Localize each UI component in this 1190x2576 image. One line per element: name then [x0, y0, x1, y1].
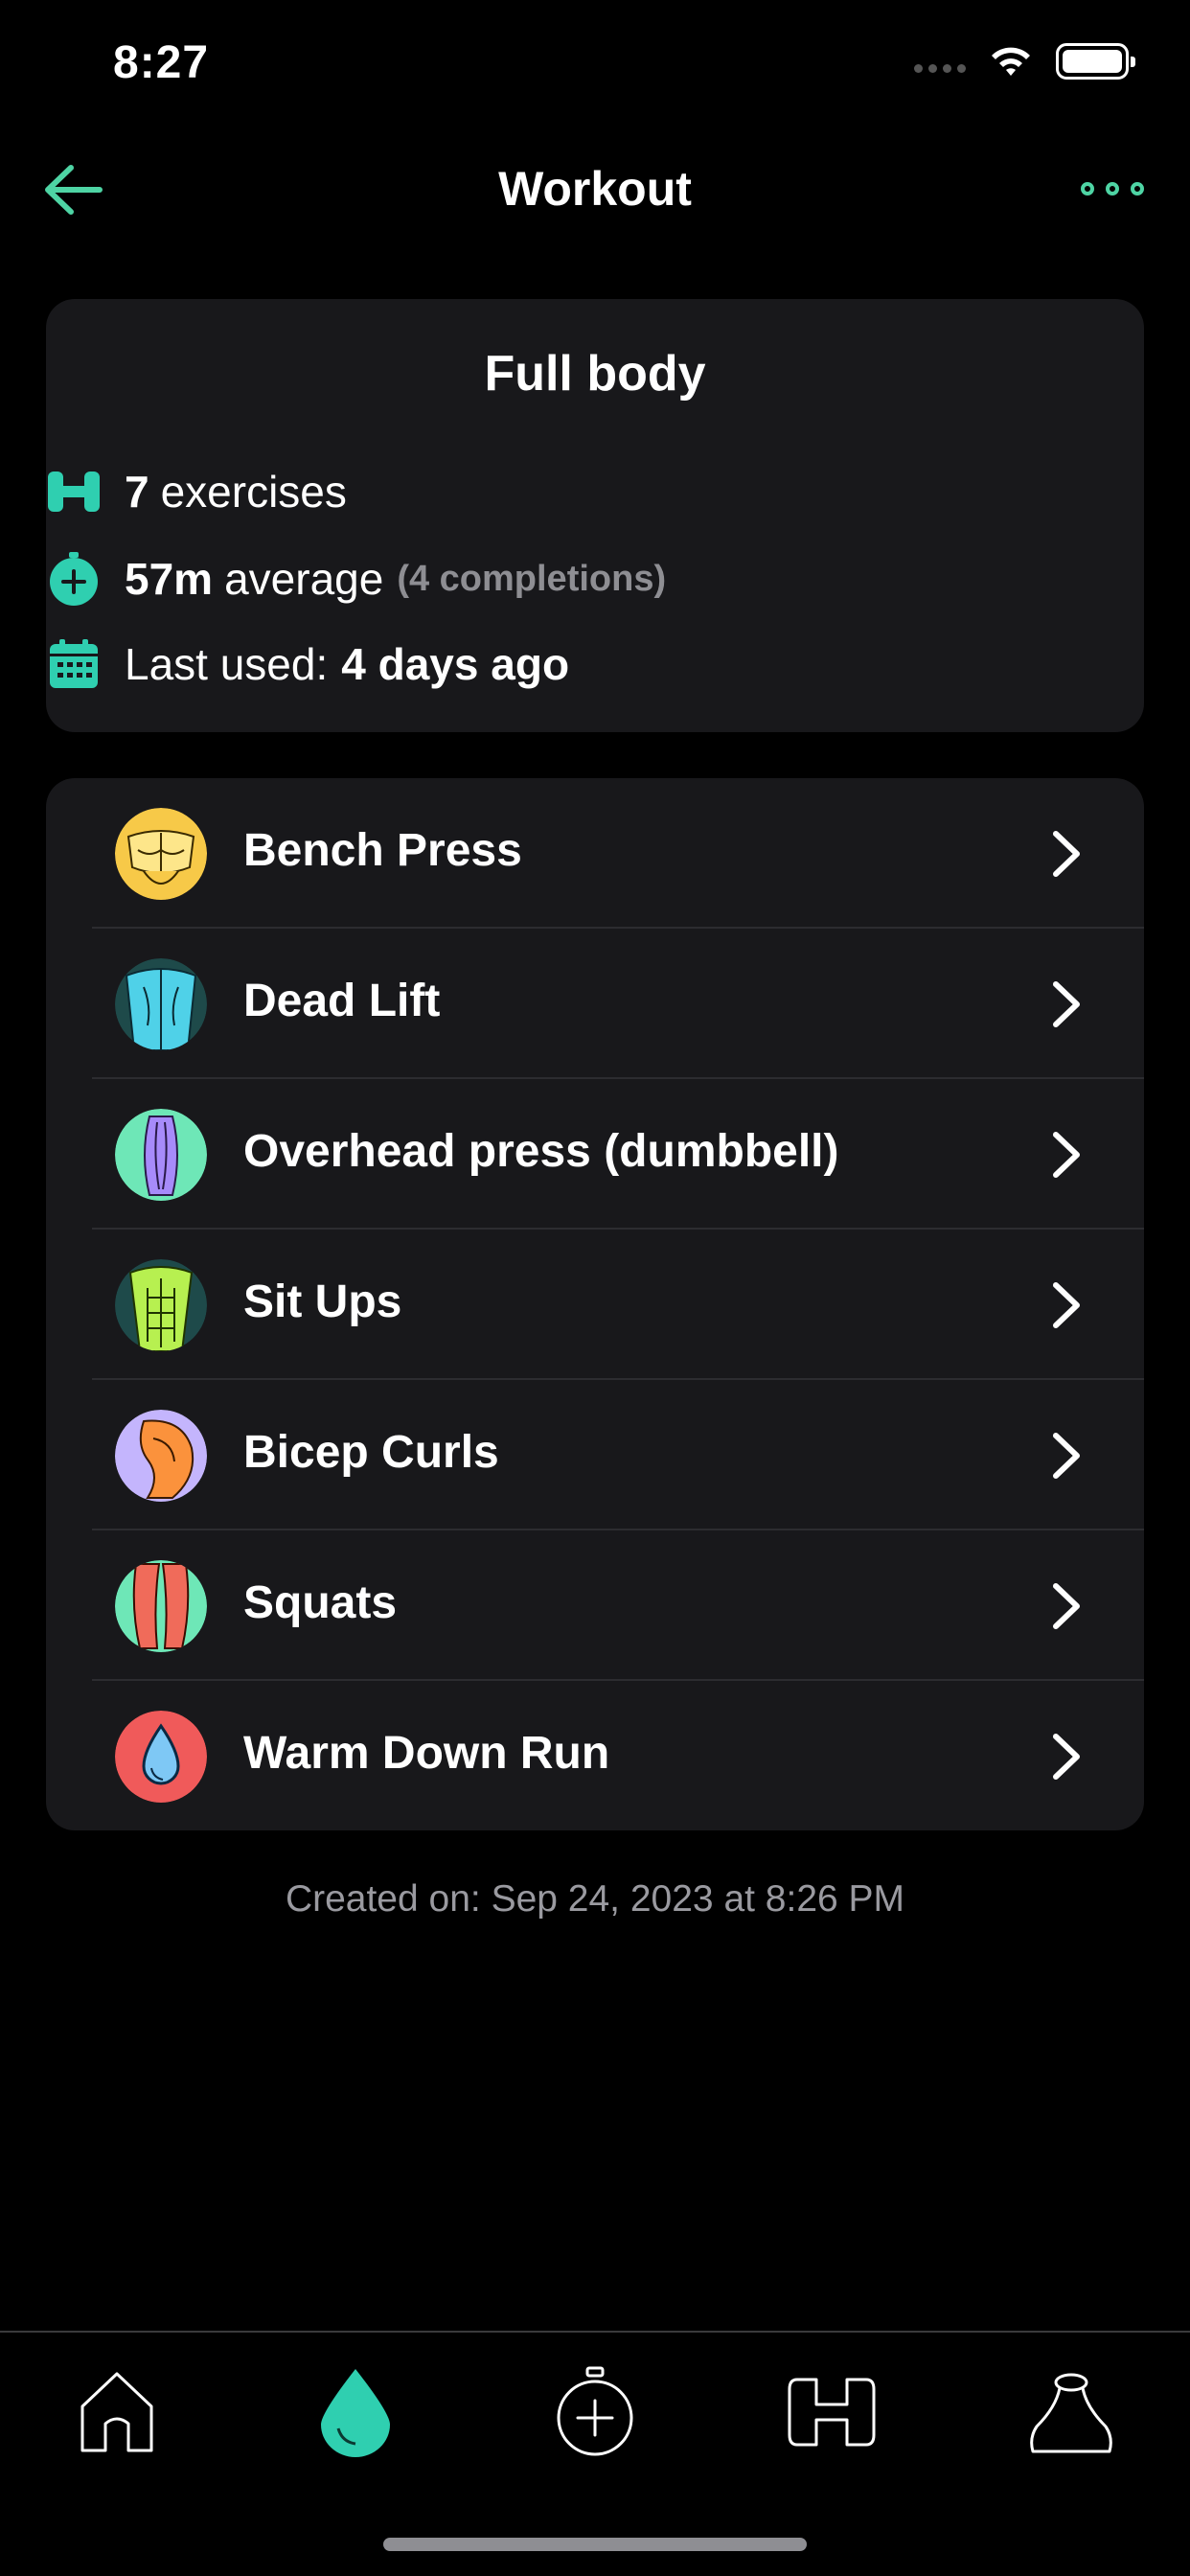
exercises-count: 7: [125, 467, 149, 517]
status-time: 8:27: [113, 37, 210, 88]
stopwatch-plus-icon: [46, 551, 102, 607]
chevron-right-icon: [1053, 1433, 1080, 1479]
more-dot-icon: [1106, 182, 1119, 196]
average-duration-value: 57m: [125, 554, 214, 604]
exercise-name: Bench Press: [243, 825, 522, 876]
drop-icon: [321, 2369, 390, 2457]
bicep-muscle-icon: [115, 1410, 207, 1502]
exercise-item-sit-ups[interactable]: Sit Ups: [46, 1230, 1144, 1380]
more-dot-icon: [1131, 182, 1144, 196]
chevron-right-icon: [1053, 1583, 1080, 1629]
more-dot-icon: [1081, 182, 1094, 196]
nav-bar: Workout: [0, 144, 1190, 240]
completions-count: (4 completions): [397, 558, 667, 599]
tab-exercises[interactable]: [774, 2359, 889, 2465]
exercises-count-row: 7 exercises: [46, 464, 347, 519]
dumbbell-icon: [788, 2378, 876, 2447]
battery-icon: [1056, 43, 1135, 80]
shoulder-muscle-icon: [115, 1109, 207, 1201]
chevron-right-icon: [1053, 981, 1080, 1027]
back-muscle-icon: [115, 958, 207, 1050]
exercise-item-warm-down-run[interactable]: Warm Down Run: [46, 1681, 1144, 1830]
exercise-name: Sit Ups: [243, 1276, 402, 1327]
exercise-name: Warm Down Run: [243, 1728, 610, 1779]
wifi-icon: [992, 47, 1030, 76]
calendar-icon: [46, 636, 102, 692]
last-used-value: 4 days ago: [341, 639, 570, 689]
average-duration-row: 57m average (4 completions): [46, 551, 666, 607]
last-used-row: Last used: 4 days ago: [46, 636, 569, 692]
tab-start-workout[interactable]: [538, 2359, 652, 2465]
chest-muscle-icon: [115, 808, 207, 900]
exercises-label: exercises: [160, 467, 347, 517]
workout-name: Full body: [484, 346, 706, 402]
chevron-right-icon: [1053, 831, 1080, 877]
tab-home[interactable]: [59, 2359, 174, 2465]
exercise-item-squats[interactable]: Squats: [46, 1530, 1144, 1681]
exercise-name: Squats: [243, 1577, 398, 1628]
exercise-name: Dead Lift: [243, 976, 441, 1026]
last-used-label: Last used:: [125, 639, 329, 689]
cardio-drop-icon: [115, 1711, 207, 1803]
more-options-button[interactable]: [1069, 165, 1156, 213]
status-bar: 8:27: [0, 0, 1190, 134]
abs-muscle-icon: [115, 1259, 207, 1351]
exercise-item-bench-press[interactable]: Bench Press: [46, 778, 1144, 929]
exercise-item-overhead-press[interactable]: Overhead press (dumbbell): [46, 1079, 1144, 1230]
legs-muscle-icon: [115, 1560, 207, 1652]
tab-workouts[interactable]: [298, 2359, 413, 2465]
tab-profile[interactable]: [1014, 2359, 1129, 2465]
person-icon: [1030, 2373, 1112, 2453]
status-icons: [914, 42, 1135, 80]
created-on-text: Created on: Sep 24, 2023 at 8:26 PM: [285, 1878, 905, 1920]
home-icon: [80, 2372, 153, 2452]
stopwatch-plus-icon: [557, 2366, 633, 2456]
exercise-name: Bicep Curls: [243, 1427, 499, 1478]
page-title: Workout: [498, 162, 692, 216]
exercise-item-bicep-curls[interactable]: Bicep Curls: [46, 1380, 1144, 1530]
exercise-item-dead-lift[interactable]: Dead Lift: [46, 929, 1144, 1079]
chevron-right-icon: [1053, 1734, 1080, 1780]
exercise-name: Overhead press (dumbbell): [243, 1126, 839, 1177]
chevron-right-icon: [1053, 1282, 1080, 1328]
chevron-right-icon: [1053, 1132, 1080, 1178]
cellular-signal-icon: [914, 42, 966, 80]
exercise-list: Bench Press Dead Lift Overhead press (du…: [46, 778, 1144, 1830]
home-indicator: [383, 2538, 807, 2551]
average-label: average: [224, 554, 384, 604]
dumbbell-icon: [46, 464, 102, 519]
